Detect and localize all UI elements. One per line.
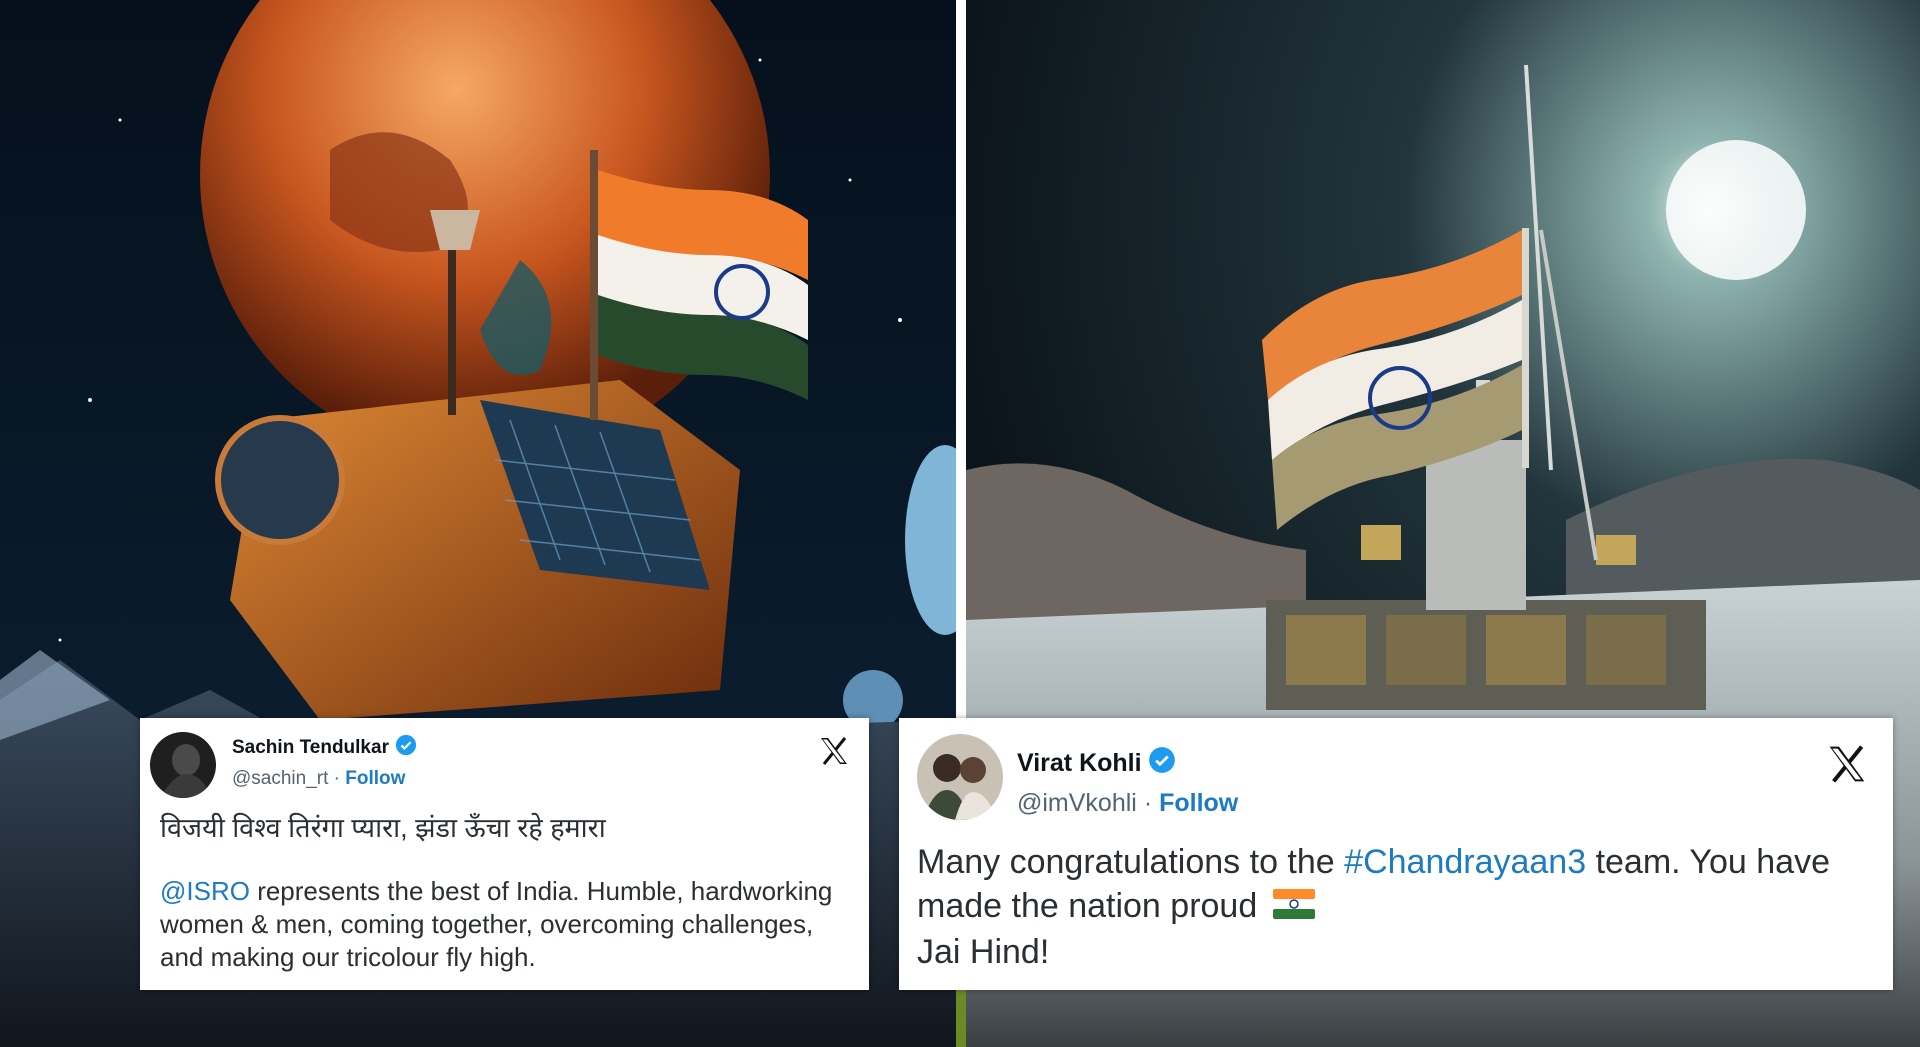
tweet-sign-off: Jai Hind! xyxy=(917,933,1050,972)
author-info: Sachin Tendulkar @sachin_rt · Follow xyxy=(232,734,417,790)
india-flag-emoji xyxy=(1272,886,1315,930)
tweet-body: represents the best of India. Humble, ha… xyxy=(160,876,833,972)
hashtag-chandrayaan3-link[interactable]: #Chandrayaan3 xyxy=(1344,843,1586,881)
author-handle[interactable]: @imVkohli xyxy=(1017,789,1137,817)
x-logo-icon[interactable] xyxy=(1827,744,1867,789)
author-name[interactable]: Sachin Tendulkar xyxy=(232,737,389,759)
verified-badge-icon xyxy=(395,734,417,762)
tweet-english-text: @ISRO represents the best of India. Humb… xyxy=(160,875,849,974)
tweet-text: Many congratulations to the #Chandrayaan… xyxy=(917,840,1867,974)
tweet-card-sachin[interactable]: Sachin Tendulkar @sachin_rt · Follow विज… xyxy=(140,718,869,990)
author-info: Virat Kohli @imVkohli · Follow xyxy=(1017,746,1238,818)
verified-badge-icon xyxy=(1148,746,1176,781)
tweet-card-virat[interactable]: Virat Kohli @imVkohli · Follow Many cong… xyxy=(899,718,1893,990)
author-name[interactable]: Virat Kohli xyxy=(1017,749,1142,778)
mention-isro-link[interactable]: @ISRO xyxy=(160,876,250,906)
avatar[interactable] xyxy=(917,734,1003,820)
follow-button[interactable]: Follow xyxy=(1159,789,1238,817)
avatar[interactable] xyxy=(150,732,216,798)
image-divider-bottom xyxy=(956,990,966,1047)
follow-button[interactable]: Follow xyxy=(345,768,405,789)
author-handle[interactable]: @sachin_rt xyxy=(232,768,328,789)
tweet-header: Virat Kohli @imVkohli · Follow xyxy=(917,734,1867,820)
x-logo-icon[interactable] xyxy=(819,736,849,771)
tweet-header: Sachin Tendulkar @sachin_rt · Follow xyxy=(150,732,849,802)
handle-separator: · xyxy=(1143,789,1153,817)
tweet-hindi-line: विजयी विश्व तिरंगा प्यारा, झंडा ऊँचा रहे… xyxy=(160,813,606,843)
tweet-text: विजयी विश्व तिरंगा प्यारा, झंडा ऊँचा रहे… xyxy=(150,812,849,974)
tweet-body-start: Many congratulations to the xyxy=(917,843,1345,881)
handle-separator: · xyxy=(333,768,340,789)
